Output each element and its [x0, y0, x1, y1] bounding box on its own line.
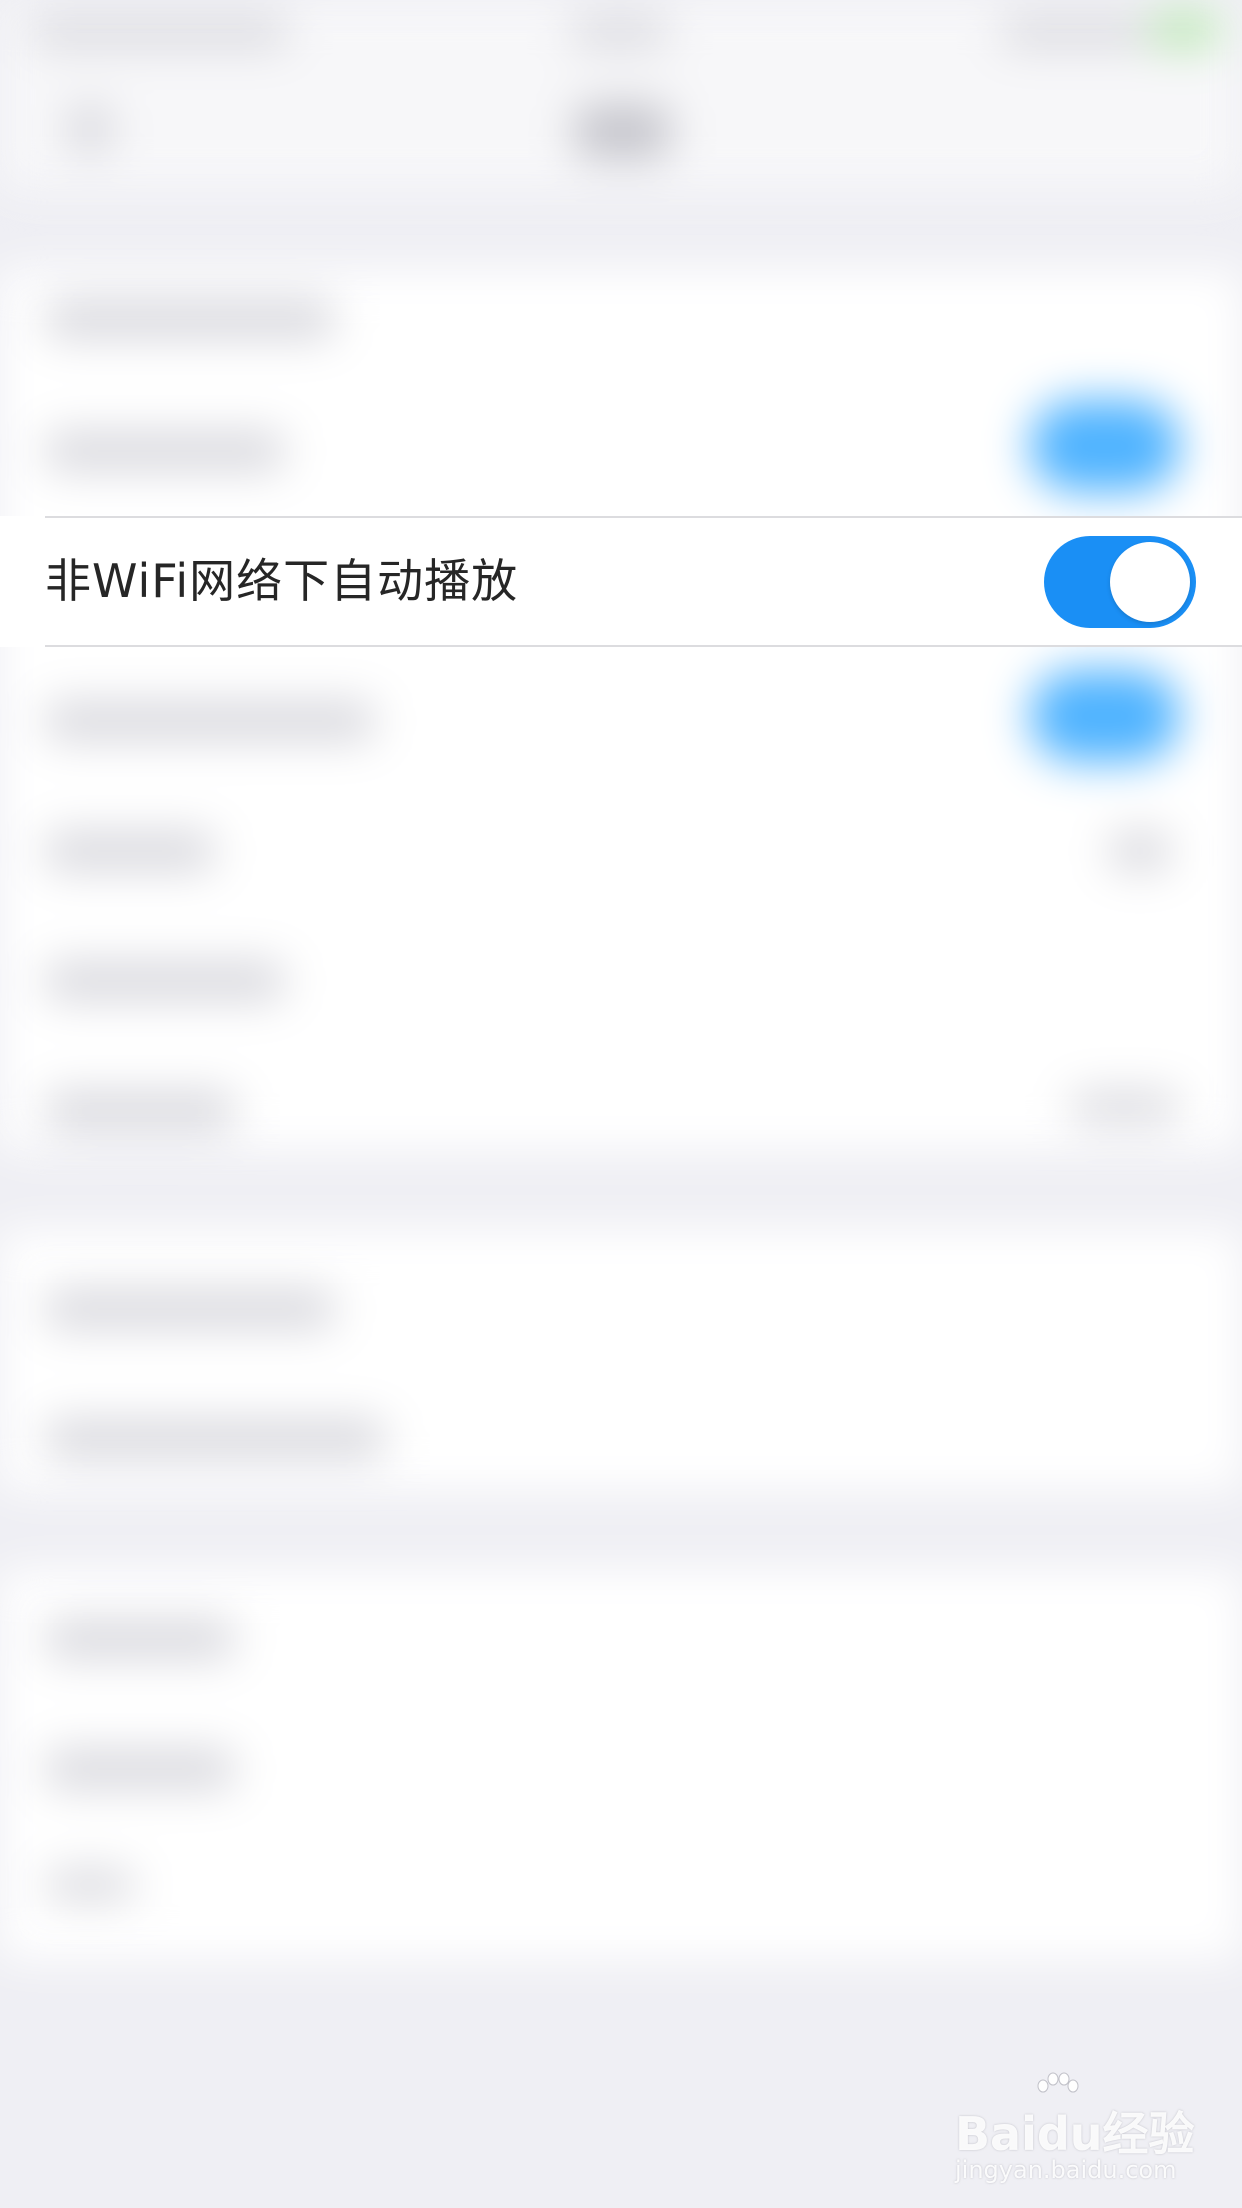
nav-bar [0, 64, 1242, 190]
settings-group-2 [0, 1230, 1242, 1490]
watermark-url: jingyan.baidu.com [955, 2156, 1177, 2184]
watermark-logo: Baidu经验 [955, 2107, 1195, 2161]
autoplay-non-wifi-toggle[interactable] [1044, 536, 1196, 628]
toggle-knob [1110, 542, 1190, 622]
settings-group-1 [0, 270, 1242, 1150]
autoplay-non-wifi-row[interactable]: 非WiFi网络下自动播放 [0, 516, 1242, 647]
autoplay-non-wifi-label: 非WiFi网络下自动播放 [45, 554, 519, 608]
settings-group-3 [0, 1570, 1242, 1960]
baidu-jingyan-watermark: Baidu经验 jingyan.baidu.com [955, 2072, 1195, 2184]
row-divider-top [45, 516, 1242, 518]
row-divider-bottom [45, 645, 1242, 647]
blurred-background [0, 0, 1242, 2208]
status-bar [0, 0, 1242, 64]
settings-screen: 非WiFi网络下自动播放 Baidu经验 jingyan.baidu.com [0, 0, 1242, 2208]
